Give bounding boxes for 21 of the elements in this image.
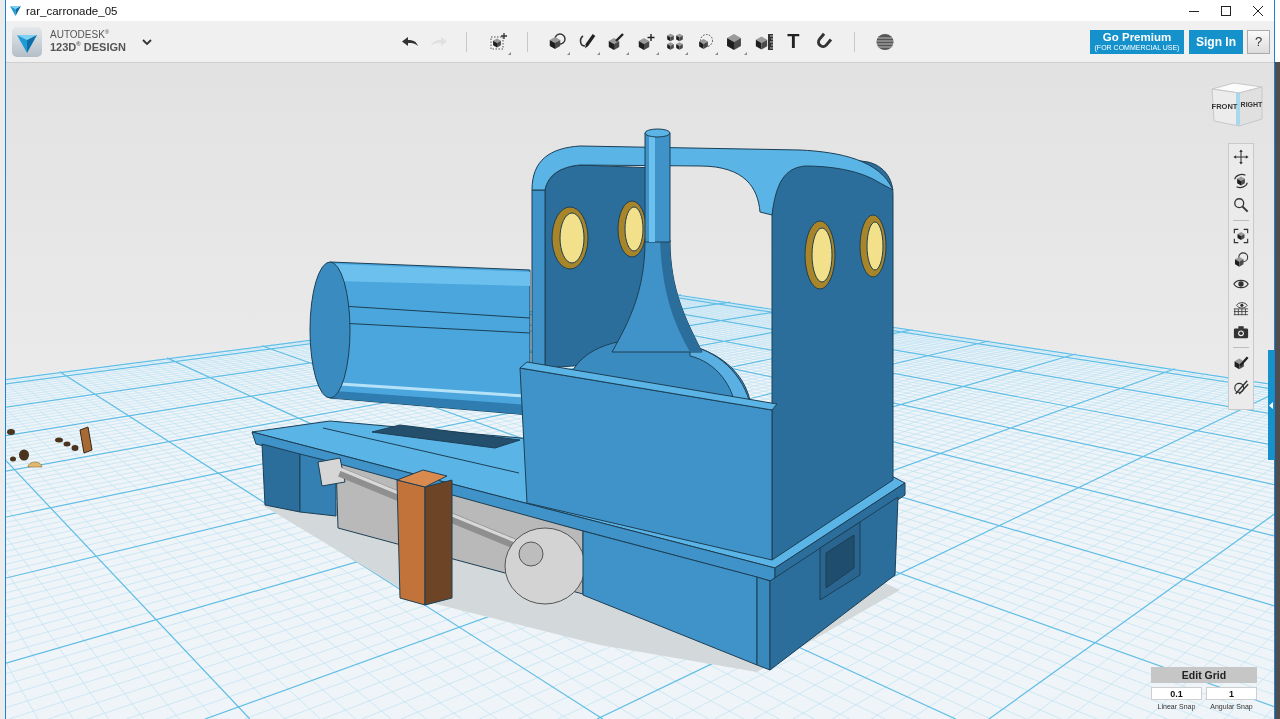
close-icon[interactable] [1253, 5, 1263, 16]
cube-sphere-icon[interactable] [547, 31, 568, 52]
app-logo-icon [12, 26, 42, 57]
cube-ruler-icon[interactable] [753, 31, 774, 52]
striped-sphere-icon[interactable] [875, 31, 896, 52]
cube-brush-icon[interactable] [606, 31, 627, 52]
window-title: rar_carronade_05 [26, 4, 118, 17]
chevron-down-icon[interactable] [142, 38, 152, 45]
snap-field[interactable]: 1 [1206, 687, 1257, 700]
snap-field[interactable]: 0.1 [1151, 687, 1202, 700]
maximize-icon[interactable] [1221, 5, 1231, 16]
app-logo-icon [10, 5, 21, 16]
dashed-box-cube-icon[interactable] [487, 31, 508, 52]
brand-name: AUTODESK$^{®}$ [50, 29, 111, 41]
triangle-left-icon[interactable] [1269, 401, 1273, 409]
panel-toggle-tab[interactable] [1268, 350, 1274, 460]
help-button[interactable]: ? [1247, 29, 1270, 54]
text-tool-button[interactable]: T [778, 27, 808, 56]
four-cubes-icon[interactable] [665, 31, 686, 52]
product-name: 123D$^{®}$ DESIGN [50, 41, 127, 54]
edit-grid-button[interactable]: Edit Grid [1151, 667, 1257, 683]
